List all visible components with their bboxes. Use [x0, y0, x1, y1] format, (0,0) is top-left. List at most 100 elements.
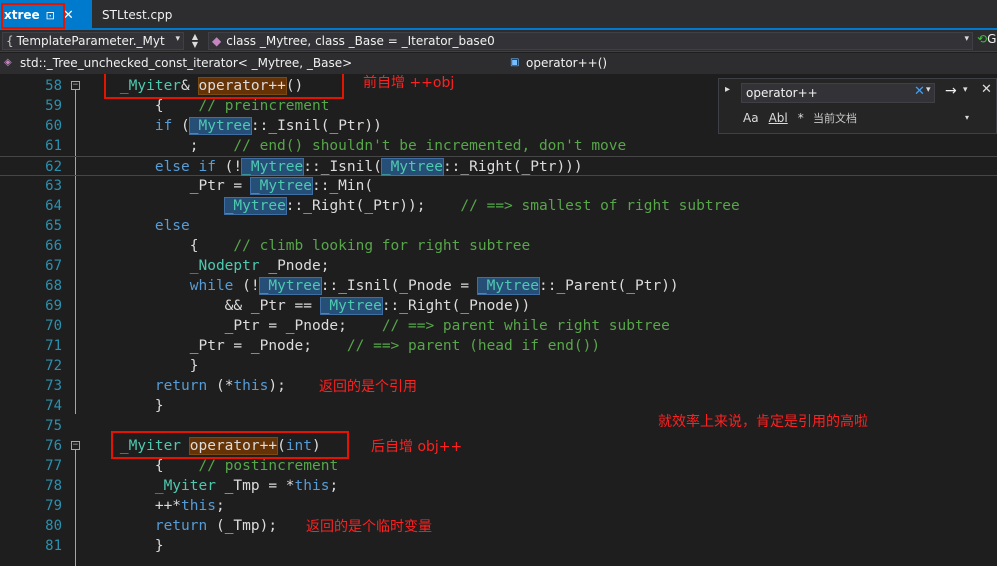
code-text: && _Ptr == _Mytree::_Right(_Pnode)): [85, 297, 531, 315]
match-word-icon[interactable]: Abl: [769, 111, 788, 125]
chevron-down-icon[interactable]: ▾: [963, 85, 968, 95]
line-number: 64: [45, 198, 62, 214]
breadcrumb-type-label: std::_Tree_unchecked_const_iterator< _My…: [20, 56, 353, 70]
scope-dropdown[interactable]: { TemplateParameter._Myt ▾: [2, 32, 184, 50]
line-number: 63: [45, 178, 62, 194]
line-number: 61: [45, 138, 62, 154]
chevron-down-icon: ▾: [964, 34, 969, 44]
code-line: 77 { // postincrement: [0, 456, 997, 476]
line-number: 79: [45, 498, 62, 514]
code-line: 72 }: [0, 356, 997, 376]
close-find-icon[interactable]: ✕: [981, 82, 992, 97]
code-line: 70 _Ptr = _Pnode; // ==> parent while ri…: [0, 316, 997, 336]
code-line: 73 return (*this);: [0, 376, 997, 396]
breadcrumb: ◈ std::_Tree_unchecked_const_iterator< _…: [0, 53, 997, 74]
code-line: 66 { // climb looking for right subtree: [0, 236, 997, 256]
search-query: operator++: [746, 86, 818, 100]
breadcrumb-type[interactable]: ◈ std::_Tree_unchecked_const_iterator< _…: [4, 56, 352, 70]
find-next-icon[interactable]: →: [945, 83, 957, 99]
chevron-down-icon: ▾: [175, 34, 180, 44]
code-text: { // preincrement: [85, 98, 330, 114]
code-text: }: [85, 358, 199, 374]
chevron-down-icon[interactable]: ▾: [965, 113, 969, 122]
class-icon: ◆: [212, 34, 222, 48]
members-dropdown[interactable]: ◆ class _Mytree, class _Base = _Iterator…: [208, 32, 973, 50]
tab-highlight-box: [1, 3, 65, 29]
post-increment-highlight-box: [111, 431, 349, 459]
code-text: { // climb looking for right subtree: [85, 238, 531, 254]
go-icon: ⟲: [977, 32, 988, 46]
code-text: ++*this;: [85, 498, 225, 514]
find-widget: ▸ operator++ ✕ ▾ → ▾ ✕ Aa Abl * 当前文档 ▾: [718, 78, 997, 134]
line-number: 72: [45, 358, 62, 374]
pre-increment-note: 前自增 ++obj: [363, 75, 455, 91]
go-label: G: [987, 32, 997, 46]
line-number: 78: [45, 478, 62, 494]
expand-replace-icon[interactable]: ▸: [725, 84, 730, 95]
line-number: 69: [45, 298, 62, 314]
efficiency-note: 就效率上来说，肯定是引用的高啦: [658, 414, 868, 430]
code-line: 78 _Myiter _Tmp = *this;: [0, 476, 997, 496]
tab-stltest-cpp[interactable]: STLtest.cpp: [96, 0, 178, 30]
line-number: 73: [45, 378, 62, 394]
code-text: _Myiter _Tmp = *this;: [154, 478, 339, 494]
code-line: 81 }: [0, 536, 997, 556]
collapse-icon[interactable]: −: [71, 441, 80, 450]
code-line: 61 ; // end() shouldn't be incremented, …: [0, 136, 997, 156]
line-number: 75: [45, 418, 62, 434]
code-line: 79 ++*this;: [0, 496, 997, 516]
code-text: ; // end() shouldn't be incremented, don…: [85, 138, 627, 154]
post-increment-note: 后自增 obj++: [371, 439, 463, 455]
line-number: 74: [45, 398, 62, 414]
chevron-down-icon[interactable]: ▾: [926, 85, 931, 95]
code-text: _Nodeptr _Pnode;: [189, 258, 330, 274]
line-number: 58: [45, 78, 62, 94]
line-number: 59: [45, 98, 62, 114]
line-number: 66: [45, 238, 62, 254]
regex-icon[interactable]: *: [798, 111, 804, 125]
breadcrumb-member-label: operator++(): [526, 56, 608, 70]
struct-icon: ◈: [4, 57, 12, 68]
match-case-icon[interactable]: Aa: [743, 111, 759, 125]
navigation-bar: { TemplateParameter._Myt ▾ ▲ ▼ ◆ class _M…: [0, 30, 997, 52]
code-text: }: [85, 538, 164, 554]
code-line: 71 _Ptr = _Pnode; // ==> parent (head if…: [0, 336, 997, 356]
code-editor[interactable]: 58 − _Myiter& operator++() 59 { // prein…: [0, 74, 997, 566]
find-options: Aa Abl *: [743, 111, 804, 125]
search-scope[interactable]: 当前文档: [813, 110, 857, 126]
code-text: { // postincrement: [85, 458, 339, 474]
code-line: 69 && _Ptr == _Mytree::_Right(_Pnode)): [0, 296, 997, 316]
line-number: 67: [45, 258, 62, 274]
line-number: 81: [45, 538, 62, 554]
code-text: _Ptr = _Pnode; // ==> parent (head if en…: [85, 338, 601, 354]
document-tab-strip: xtree ⊡ ✕ STLtest.cpp: [0, 0, 997, 30]
code-text: }: [85, 398, 164, 414]
pre-increment-highlight-box: [104, 74, 344, 99]
code-line-current: 62 else if (!_Mytree::_Isnil(_Mytree::_R…: [0, 156, 997, 176]
code-text: else if (!_Mytree::_Isnil(_Mytree::_Righ…: [154, 158, 583, 176]
returns-reference-note: 返回的是个引用: [319, 379, 417, 395]
breadcrumb-member[interactable]: ▣ operator++(): [510, 56, 607, 70]
line-number: 62: [45, 159, 62, 175]
scope-value: TemplateParameter._Myt: [16, 34, 165, 48]
collapse-icon[interactable]: −: [71, 81, 80, 90]
go-button[interactable]: ⟲G: [977, 32, 997, 50]
search-input[interactable]: operator++: [741, 83, 935, 103]
code-text: return (_Tmp);: [154, 518, 278, 534]
tab-label: STLtest.cpp: [102, 8, 173, 22]
members-value: class _Mytree, class _Base = _Iterator_b…: [226, 34, 495, 48]
method-icon: ▣: [510, 57, 520, 68]
spinner-icon[interactable]: ▲ ▼: [187, 33, 203, 49]
code-text: while (!_Mytree::_Isnil(_Pnode = _Mytree…: [189, 277, 679, 295]
code-line: 67 _Nodeptr _Pnode;: [0, 256, 997, 276]
line-number: 71: [45, 338, 62, 354]
code-text: _Ptr = _Mytree::_Min(: [85, 177, 374, 195]
line-number: 65: [45, 218, 62, 234]
code-text: _Mytree::_Right(_Ptr)); // ==> smallest …: [223, 197, 740, 215]
code-text: _Ptr = _Pnode; // ==> parent while right…: [85, 318, 670, 334]
clear-search-icon[interactable]: ✕: [914, 84, 925, 99]
braces-icon: {: [6, 34, 14, 48]
line-number: 60: [45, 118, 62, 134]
line-number: 76: [45, 438, 62, 454]
code-text: return (*this);: [154, 378, 286, 394]
